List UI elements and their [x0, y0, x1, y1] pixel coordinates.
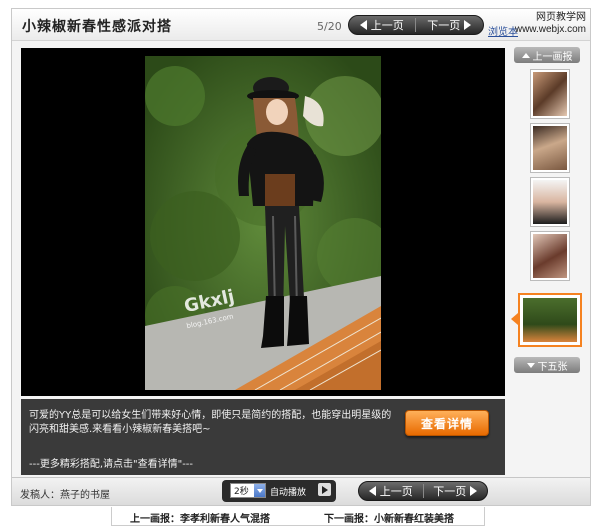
- thumbnail-image: [523, 298, 577, 342]
- up-arrow-icon: [521, 52, 530, 58]
- prev-album-button[interactable]: 上一画报: [514, 47, 580, 63]
- top-next-label: 下一页: [427, 19, 461, 32]
- thumbnail-4[interactable]: [530, 231, 570, 281]
- gallery-frame: 小辣椒新春性感派对搭 5/20 上一页 下一页 浏览本 网页教学网 www.we…: [11, 8, 591, 506]
- view-details-button[interactable]: 查看详情: [405, 410, 489, 436]
- album-footer: 上一画报：李孝利新春人气混搭 下一画报：小新新春红装美搭: [111, 507, 485, 526]
- thumbnail-image: [533, 234, 567, 278]
- thumbnail-sidebar: 上一画报 下五张: [511, 45, 585, 475]
- image-counter: 5/20: [317, 20, 342, 33]
- right-arrow-icon: [464, 20, 472, 30]
- active-pointer-icon: [511, 313, 518, 325]
- interval-select[interactable]: 2秒: [230, 483, 266, 498]
- autoplay-controls: 2秒 自动播放: [222, 480, 336, 502]
- interval-value: 2秒: [234, 487, 249, 497]
- top-prev-button[interactable]: 上一页: [349, 16, 415, 34]
- right-arrow-icon: [470, 486, 478, 496]
- browse-link[interactable]: 浏览本: [488, 23, 518, 38]
- thumbnail-1[interactable]: [530, 69, 570, 119]
- thumbnail-image: [533, 72, 567, 116]
- photo-stage: Gkxlj blog.163.com: [21, 48, 505, 396]
- gallery-header: 小辣椒新春性感派对搭 5/20 上一页 下一页 浏览本 网页教学网 www.we…: [12, 9, 590, 41]
- play-icon: [321, 485, 328, 494]
- next-five-button[interactable]: 下五张: [514, 357, 580, 373]
- top-next-button[interactable]: 下一页: [416, 16, 484, 34]
- photo-illustration: Gkxlj blog.163.com: [145, 56, 381, 390]
- page-title: 小辣椒新春性感派对搭: [22, 19, 172, 35]
- thumbnail-2[interactable]: [530, 123, 570, 173]
- main-photo[interactable]: Gkxlj blog.163.com: [145, 56, 381, 390]
- bottom-prev-label: 上一页: [379, 485, 413, 498]
- thumbnail-image: [533, 180, 567, 224]
- play-button[interactable]: [318, 483, 331, 496]
- description-panel: 可爱的YY总是可以给女生们带来好心情，即使只是简约的搭配，也能穿出明星级的闪亮和…: [21, 399, 505, 475]
- top-pager: 上一页 下一页: [348, 15, 484, 35]
- top-prev-label: 上一页: [370, 19, 404, 32]
- footer-next-album-link[interactable]: 下一画报：小新新春红装美搭: [324, 510, 454, 525]
- left-arrow-icon: [359, 20, 367, 30]
- down-arrow-icon: [526, 362, 535, 368]
- footer-prev-album-link[interactable]: 上一画报：李孝利新春人气混搭: [130, 510, 270, 525]
- thumbnail-5-active[interactable]: [518, 293, 582, 347]
- autoplay-label: 自动播放: [270, 488, 307, 498]
- thumbnail-3[interactable]: [530, 177, 570, 227]
- thumbnail-image: [533, 126, 567, 170]
- site-watermark: 网页教学网 www.webjx.com: [515, 12, 586, 36]
- dropdown-arrow-icon: [254, 484, 265, 497]
- watermark-line-1: 网页教学网: [536, 12, 586, 23]
- next-five-label: 下五张: [537, 361, 568, 373]
- bottom-prev-button[interactable]: 上一页: [359, 482, 423, 500]
- bottom-toolbar: 发稿人：燕子的书屋 2秒 自动播放 上一页 下一页: [12, 477, 590, 505]
- description-more: ---更多精彩搭配,请点击"查看详情"---: [29, 459, 194, 470]
- bottom-next-label: 下一页: [433, 485, 467, 498]
- bottom-pager: 上一页 下一页: [358, 481, 488, 501]
- bottom-next-button[interactable]: 下一页: [423, 482, 487, 500]
- poster-credit: 发稿人：燕子的书屋: [20, 490, 110, 501]
- prev-album-label: 上一画报: [532, 51, 573, 63]
- description-text: 可爱的YY总是可以给女生们带来好心情，即使只是简约的搭配，也能穿出明星级的闪亮和…: [29, 410, 392, 435]
- watermark-line-2: www.webjx.com: [514, 24, 586, 35]
- left-arrow-icon: [368, 486, 376, 496]
